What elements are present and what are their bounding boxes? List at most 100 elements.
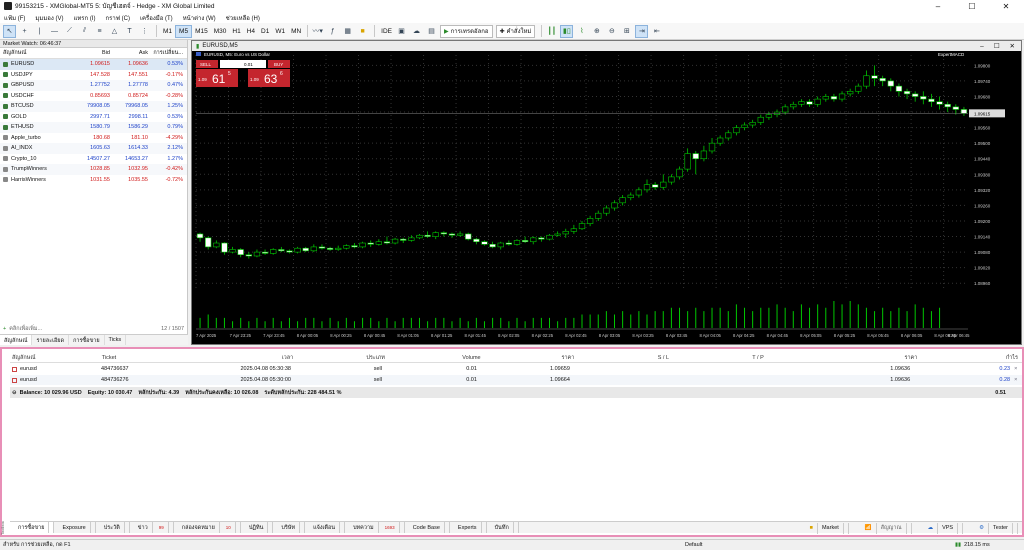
toolbox-tab[interactable]: Code Base: [405, 522, 450, 533]
chart-maximize-icon[interactable]: ☐: [994, 42, 1000, 50]
add-symbol-link[interactable]: คลิกเพื่อเพิ่ม...: [9, 325, 161, 333]
line-chart-icon[interactable]: ⌇: [575, 25, 588, 38]
col-symbol[interactable]: สัญลักษณ์: [10, 354, 102, 362]
tab-ticks[interactable]: Ticks: [105, 335, 127, 345]
market-link[interactable]: ■ Market: [802, 522, 849, 534]
market-watch-row[interactable]: USDJPY 147.528 147.551 -0.17%: [0, 70, 187, 81]
market-watch-row[interactable]: HarrisWinners 1031.55 1035.55 -0.72%: [0, 175, 187, 186]
toolbox-tab[interactable]: ปฏิทิน: [241, 522, 274, 533]
maximize-icon[interactable]: ☐: [955, 0, 989, 12]
tab-symbols[interactable]: สัญลักษณ์: [0, 335, 33, 345]
timeframe-mn[interactable]: MN: [288, 25, 304, 38]
menu-view[interactable]: มุมมอง (V): [35, 13, 63, 23]
chart-shift-icon[interactable]: ⇤: [650, 25, 663, 38]
add-symbol-icon[interactable]: +: [3, 326, 6, 332]
menu-tools[interactable]: เครื่องมือ (T): [140, 13, 173, 23]
minimize-icon[interactable]: –: [921, 0, 955, 12]
ide-button[interactable]: IDE: [378, 25, 395, 38]
channel-icon[interactable]: ⫽: [78, 25, 91, 38]
close-position-icon[interactable]: ×: [1014, 377, 1022, 383]
timeframe-m30[interactable]: M30: [211, 25, 230, 38]
market-watch-row[interactable]: AI_INDX 1605.63 1614.33 2.12%: [0, 143, 187, 154]
market-watch-row[interactable]: Apple_turbo 180.68 181.10 -4.29%: [0, 133, 187, 144]
toolbox-tab[interactable]: ประวัติ: [96, 522, 130, 533]
menu-help[interactable]: ช่วยเหลือ (H): [226, 13, 260, 23]
toolbox-tab[interactable]: บทความ 1693: [345, 522, 405, 533]
menu-chart[interactable]: กราฟ (C): [106, 13, 130, 23]
new-order-button[interactable]: ✚ คำสั่งใหม่: [495, 24, 536, 38]
col-volume[interactable]: Volume: [385, 355, 480, 361]
zoom-out-icon[interactable]: ⊖: [605, 25, 618, 38]
tab-trading[interactable]: การซื้อขาย: [69, 335, 105, 345]
col-ask[interactable]: Ask: [110, 50, 148, 56]
horizontal-line-icon[interactable]: —: [48, 25, 61, 38]
crosshair-icon[interactable]: +: [18, 25, 31, 38]
tab-details[interactable]: รายละเอียด: [32, 335, 70, 345]
new-chart-icon[interactable]: ▣: [395, 25, 408, 38]
trendline-icon[interactable]: ⟋: [63, 25, 76, 38]
tester-link[interactable]: ⚙ Tester: [971, 522, 1018, 534]
toolbox-tab[interactable]: ข่าว 99: [130, 522, 174, 533]
col-current-price[interactable]: ราคา: [764, 354, 918, 362]
menu-window[interactable]: หน้าต่าง (W): [183, 13, 216, 23]
shapes-icon[interactable]: △: [108, 25, 121, 38]
col-bid[interactable]: Bid: [68, 50, 110, 56]
fibonacci-icon[interactable]: ≡: [93, 25, 106, 38]
col-ticket[interactable]: Ticket: [102, 355, 214, 361]
chart-minimize-icon[interactable]: –: [980, 43, 984, 50]
signals-link[interactable]: 📶 สัญญาณ: [857, 522, 912, 534]
text-icon[interactable]: T: [123, 25, 136, 38]
templates-icon[interactable]: ▦: [341, 25, 354, 38]
col-price[interactable]: ราคา: [481, 354, 575, 362]
menu-file[interactable]: แฟ้ม (F): [4, 13, 25, 23]
market-watch-row[interactable]: Crypto_10 14507.27 14653.27 1.27%: [0, 154, 187, 165]
toolbox-tab[interactable]: บริษัท: [273, 522, 306, 533]
close-icon[interactable]: ✕: [989, 0, 1023, 12]
colors-icon[interactable]: ■: [356, 25, 369, 38]
col-symbol[interactable]: สัญลักษณ์: [0, 49, 68, 57]
market-watch-row[interactable]: USDCHF 0.85693 0.85724 -0.28%: [0, 91, 187, 102]
market-watch-row[interactable]: EURUSD 1.09615 1.09636 0.53%: [0, 59, 187, 70]
timeframe-m5[interactable]: M5: [175, 24, 193, 38]
zoom-in-icon[interactable]: ⊕: [590, 25, 603, 38]
indicators-icon[interactable]: ƒ: [326, 25, 339, 38]
vps-link[interactable]: ☁ VPS: [920, 522, 964, 534]
chart-close-icon[interactable]: ✕: [1010, 42, 1015, 50]
lot-input[interactable]: [220, 60, 266, 68]
market-watch-row[interactable]: GBPUSD 1.27752 1.27778 0.47%: [0, 80, 187, 91]
col-sl[interactable]: S / L: [574, 355, 669, 361]
close-position-icon[interactable]: ×: [1014, 366, 1022, 372]
chart-type-icon[interactable]: 〰▾: [311, 25, 324, 38]
cursor-icon[interactable]: ↖: [3, 24, 16, 38]
vertical-line-icon[interactable]: |: [33, 25, 46, 38]
timeframe-w1[interactable]: W1: [272, 25, 288, 38]
price-chart[interactable]: 1.098001.097401.096801.096201.095601.095…: [192, 51, 1021, 344]
toolbox-tab[interactable]: บันทึก: [487, 522, 519, 533]
market-watch-row[interactable]: GOLD 2997.71 2998.11 0.53%: [0, 112, 187, 123]
toolbox-tab[interactable]: แจ้งเตือน: [305, 522, 346, 533]
toolbox-tab[interactable]: กล่องจดหมาย 10: [174, 522, 241, 533]
col-profit[interactable]: กำไร: [917, 354, 1022, 362]
candlestick-icon[interactable]: ▮▯: [560, 24, 574, 38]
algo-trading-button[interactable]: ▶ การเทรดอัลกอ: [440, 24, 493, 38]
bar-chart-icon[interactable]: ┃┃: [545, 25, 558, 38]
toolbox-tab[interactable]: Exposure: [54, 522, 96, 533]
timeframe-m1[interactable]: M1: [160, 25, 175, 38]
position-row[interactable]: eurusd 484736637 2025.04.08 05:30:38 sell 0.…: [10, 364, 1022, 374]
menu-insert[interactable]: แทรก (I): [73, 13, 95, 23]
timeframe-m15[interactable]: M15: [192, 25, 211, 38]
toolbox-tab[interactable]: การซื้อขาย: [10, 522, 55, 533]
grid-icon[interactable]: ⊞: [620, 25, 633, 38]
market-watch-row[interactable]: BTCUSD 79908.05 79968.05 1.25%: [0, 101, 187, 112]
col-change[interactable]: การเปลี่ยน...: [148, 49, 186, 57]
timeframe-d1[interactable]: D1: [258, 25, 272, 38]
timeframe-h1[interactable]: H1: [229, 25, 243, 38]
position-row[interactable]: eurusd 484736276 2025.04.08 05:30:00 sell 0.…: [10, 375, 1022, 385]
market-watch-row[interactable]: TrumpWinners 1028.85 1032.95 -0.42%: [0, 164, 187, 175]
col-time[interactable]: เวลา: [213, 354, 293, 362]
col-type[interactable]: ประเภท: [293, 354, 385, 362]
autoscroll-icon[interactable]: ⇥: [635, 24, 649, 38]
col-tp[interactable]: T / P: [669, 355, 764, 361]
timeframe-h4[interactable]: H4: [244, 25, 258, 38]
more-tools-icon[interactable]: ⋮: [138, 25, 151, 38]
